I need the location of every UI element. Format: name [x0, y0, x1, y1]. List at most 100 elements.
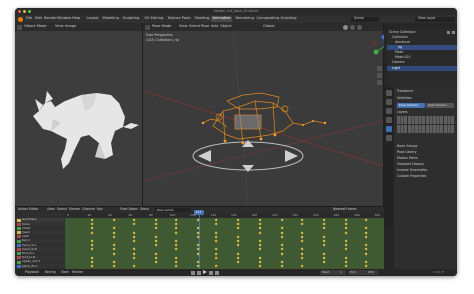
ruler-tick-label: 240: [313, 213, 319, 217]
tab-texture-paint[interactable]: Texture Paint: [166, 16, 192, 22]
tab-animation[interactable]: Animation: [211, 16, 233, 22]
tab-shading[interactable]: Shading: [193, 16, 211, 22]
menu-edit[interactable]: Edit: [35, 17, 42, 21]
outliner-item[interactable]: Camera: [392, 60, 405, 64]
menu-view[interactable]: View: [55, 25, 64, 29]
menu-image[interactable]: Image: [65, 25, 76, 29]
action-selector[interactable]: Pose Action: [155, 208, 191, 212]
section-pose-library[interactable]: Pose Library: [397, 150, 417, 154]
tool-tab-icon[interactable]: [386, 90, 392, 96]
push-down-button[interactable]: Push Down: [120, 208, 138, 211]
outliner-item[interactable]: Collection: [392, 35, 408, 39]
object-data-tab-icon[interactable]: [386, 126, 392, 132]
marker-menu[interactable]: Marker: [72, 270, 83, 274]
dopesheet-menu-view[interactable]: View: [47, 208, 55, 211]
shading-solid-icon[interactable]: [343, 24, 348, 30]
bone-tab-icon[interactable]: [386, 135, 392, 141]
menu-render[interactable]: Render: [44, 17, 57, 21]
prev-key-icon[interactable]: [197, 270, 201, 275]
tab-scripting[interactable]: Scripting: [279, 16, 298, 22]
view-layer-selector[interactable]: View Layer: [415, 16, 455, 22]
outliner[interactable]: Scene Collection Collection Armature rig…: [387, 29, 457, 87]
image-editor-mode[interactable]: Object Mode: [24, 25, 47, 29]
section-viewport-display[interactable]: Viewport Display: [397, 162, 424, 166]
section-motion-paths[interactable]: Motion Paths: [397, 156, 417, 160]
dopesheet-menu-channel[interactable]: Channel: [82, 208, 95, 211]
render-icon[interactable]: [452, 31, 455, 34]
channel-color-swatch: [17, 247, 21, 251]
play-icon[interactable]: [203, 270, 207, 275]
viewport-menu-view[interactable]: View: [179, 25, 188, 29]
section-custom-properties[interactable]: Custom Properties: [397, 174, 426, 178]
viewport-mode[interactable]: Pose Mode: [152, 25, 171, 29]
viewport-menu-pose[interactable]: Pose: [201, 25, 209, 29]
transform-orientation[interactable]: Global: [263, 25, 274, 29]
camera-icon[interactable]: [377, 80, 382, 85]
dopesheet-mode[interactable]: Action Editor: [18, 208, 38, 211]
section-selection[interactable]: Selection: [397, 96, 412, 100]
section-inverse-kinematics[interactable]: Inverse Kinematics: [397, 168, 427, 172]
outliner-item[interactable]: rig: [398, 45, 402, 49]
channel-row[interactable]: spine_fk.1: [16, 263, 64, 269]
shading-material-icon[interactable]: [350, 24, 355, 30]
top-bar: File Edit Render Window Help Layout Mode…: [15, 15, 457, 23]
pose-position-button[interactable]: Pose Position: [397, 103, 425, 108]
image-editor-area[interactable]: [15, 31, 142, 206]
ruler-tick-label: 20: [87, 213, 92, 217]
ruler-tick-label: 120: [190, 213, 196, 217]
scene-selector[interactable]: Scene: [351, 16, 379, 22]
channel-color-swatch: [17, 222, 21, 226]
editor-type-icon[interactable]: [17, 24, 22, 30]
view-menu[interactable]: View: [61, 270, 69, 274]
dopesheet-menu-marker[interactable]: Marker: [69, 208, 80, 211]
tab-compositing[interactable]: Compositing: [255, 16, 281, 22]
outliner-item[interactable]: Light: [392, 66, 400, 70]
tab-uv-editing[interactable]: UV Editing: [143, 16, 165, 22]
viewport-editor-type-icon[interactable]: [145, 24, 150, 30]
protected-layers-grid[interactable]: [397, 125, 454, 133]
tab-sculpting[interactable]: Sculpting: [121, 16, 141, 22]
rest-position-button[interactable]: Rest Position: [426, 103, 454, 108]
pan-icon[interactable]: [377, 73, 382, 78]
menu-help[interactable]: Help: [72, 17, 80, 21]
section-bone-groups[interactable]: Bone Groups: [397, 144, 418, 148]
section-transform[interactable]: Transform: [397, 89, 413, 93]
outliner-item[interactable]: Scene Collection: [389, 30, 416, 34]
channel-color-swatch: [17, 252, 21, 256]
playback-menu[interactable]: Playback: [25, 270, 39, 274]
3d-viewport[interactable]: User Perspective (143) Collection | rig: [143, 31, 383, 206]
stash-button[interactable]: Stash: [140, 208, 149, 211]
blender-logo-icon[interactable]: [18, 16, 23, 22]
scene-tab-icon[interactable]: [386, 117, 392, 123]
ruler-tick-label: 200: [272, 213, 278, 217]
tab-rendering[interactable]: Rendering: [234, 16, 255, 22]
keying-menu[interactable]: Keying: [45, 270, 56, 274]
jump-end-icon[interactable]: [215, 270, 219, 275]
dopesheet-menu-key[interactable]: Key: [97, 208, 103, 211]
viewport-menu-object[interactable]: Object: [220, 25, 232, 29]
render-tab-icon[interactable]: [386, 99, 392, 105]
channel-color-swatch: [17, 256, 21, 260]
shading-render-icon[interactable]: [357, 24, 362, 30]
zoom-icon[interactable]: [377, 66, 382, 71]
dopesheet-menu-select[interactable]: Select: [57, 208, 67, 211]
menu-file[interactable]: File: [26, 17, 32, 21]
snap-mode[interactable]: Nearest Frame: [333, 208, 356, 211]
viewport-menu-select[interactable]: Select: [189, 25, 200, 29]
menu-window[interactable]: Window: [57, 17, 71, 21]
jump-start-icon[interactable]: [191, 270, 195, 275]
tab-modeling[interactable]: Modeling: [101, 16, 120, 22]
viewport-menu-add[interactable]: Add: [211, 25, 218, 29]
channel-color-swatch: [17, 264, 21, 268]
outliner-item[interactable]: Armature: [395, 40, 410, 44]
output-tab-icon[interactable]: [386, 108, 392, 114]
start-frame-field[interactable]: Start 1: [320, 270, 346, 275]
channel-label: spine_fk.1: [22, 263, 38, 268]
outliner-item[interactable]: Mesh: [395, 50, 403, 54]
bone-layers-grid[interactable]: [397, 116, 454, 124]
eye-icon[interactable]: [447, 31, 450, 34]
tab-layout[interactable]: Layout: [85, 16, 100, 22]
end-frame-field[interactable]: End 250: [348, 270, 378, 275]
outliner-item[interactable]: Mesh.001: [395, 55, 411, 59]
next-key-icon[interactable]: [209, 270, 213, 275]
